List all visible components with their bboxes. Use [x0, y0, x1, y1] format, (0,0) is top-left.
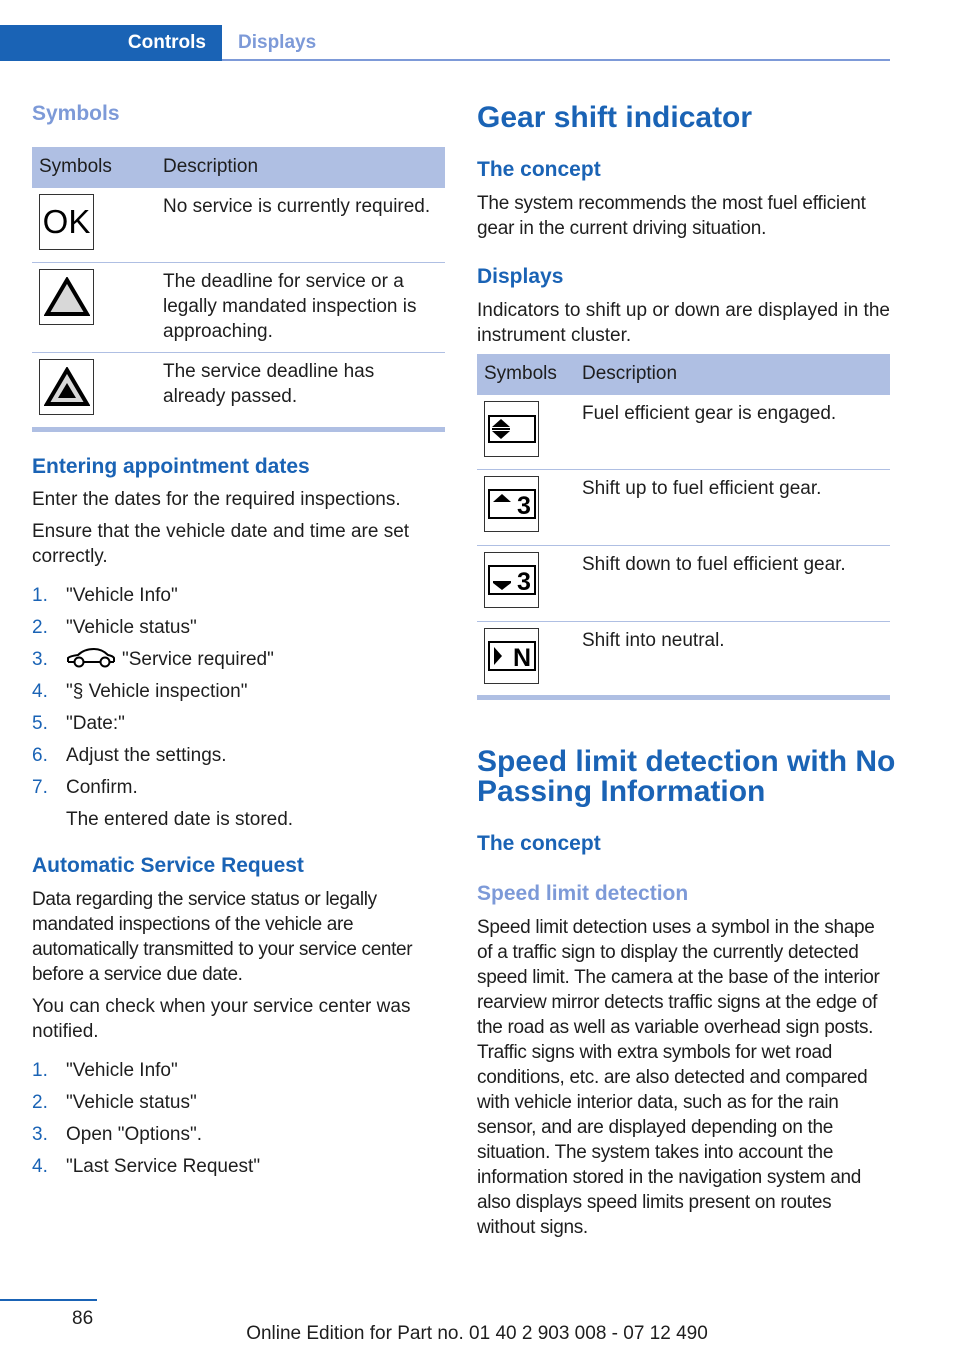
- table-row: Fuel efficient gear is engaged.: [477, 393, 890, 469]
- gear-concept-heading: The concept: [477, 158, 601, 181]
- symbols-heading: Symbols: [32, 102, 120, 125]
- row-description: Shift down to fuel efficient gear.: [575, 544, 890, 621]
- gear-symbols-table: Symbols Description Fuel efficient gear …: [477, 354, 890, 697]
- section-tab-controls[interactable]: Controls: [0, 25, 222, 61]
- svg-text:3: 3: [517, 492, 531, 519]
- shift-down-icon: 3: [484, 551, 539, 608]
- appointment-steps: 1. "Vehicle Info" 2. "Vehicle status" 3. "…: [32, 583, 293, 839]
- gear-displays-heading: Displays: [477, 265, 564, 288]
- row-description: The service deadline has already passed.: [156, 351, 445, 429]
- section-tab-displays[interactable]: Displays: [238, 25, 316, 61]
- footer-rule: [0, 1299, 97, 1301]
- row-description: No service is currently required.: [156, 186, 445, 262]
- speed-limit-text: Speed limit detection uses a symbol in t…: [477, 917, 880, 1238]
- column-header: Symbols: [477, 354, 575, 394]
- service-symbols-table: Symbols Description OK No service is cur…: [32, 147, 445, 429]
- svg-text:3: 3: [517, 568, 531, 595]
- shift-up-icon: 3: [484, 475, 539, 532]
- table-header-row: Symbols Description: [477, 354, 890, 394]
- car-icon: [66, 647, 116, 676]
- auto-service-heading: Automatic Service Request: [32, 854, 304, 877]
- appointment-para: Ensure that the vehicle date and time ar…: [32, 521, 410, 567]
- list-item: 6. Adjust the settings.: [32, 745, 227, 766]
- step-result: The entered date is stored.: [66, 809, 294, 830]
- list-item: 5. "Date:": [32, 713, 125, 734]
- table-row: OK No service is currently required.: [32, 186, 445, 262]
- table-row: The service deadline has already passed.: [32, 351, 445, 429]
- row-description: Shift up to fuel efficient gear.: [575, 468, 890, 545]
- row-description: Shift into neutral.: [575, 620, 890, 697]
- gear-displays-text: Indicators to shift up or down are displ…: [477, 300, 890, 346]
- gear-concept-text: The system recommends the most fuel effi…: [477, 193, 866, 239]
- auto-service-steps: 1. "Vehicle Info" 2. "Vehicle status" 3. Op…: [32, 1058, 260, 1186]
- ok-icon: OK: [39, 193, 94, 250]
- table-end-rule: [32, 427, 445, 432]
- appointment-heading: Entering appointment dates: [32, 455, 310, 478]
- list-item: 4. "§ Vehicle inspection": [32, 681, 248, 702]
- shift-neutral-icon: N: [484, 627, 539, 684]
- list-item: 2. "Vehicle status": [32, 1092, 197, 1113]
- table-row: The deadline for service or a legally ma…: [32, 261, 445, 352]
- gear-engaged-icon: [484, 400, 539, 457]
- table-end-rule: [477, 695, 890, 700]
- table-row: N Shift into neutral.: [477, 620, 890, 697]
- table-header-row: Symbols Description: [32, 147, 445, 187]
- list-item: 2. "Vehicle status": [32, 617, 197, 638]
- list-item: 3. "Service required": [32, 647, 293, 679]
- list-item: 4. "Last Service Request": [32, 1156, 261, 1177]
- warning-triangle-filled-icon: [39, 358, 94, 415]
- appointment-para: Enter the dates for the required inspect…: [32, 489, 401, 510]
- table-row: 3 Shift down to fuel efficient gear.: [477, 544, 890, 621]
- warning-triangle-icon: [39, 268, 94, 325]
- list-item: 7. Confirm.: [32, 777, 138, 798]
- speed-concept-heading: The concept: [477, 832, 601, 855]
- list-item: 3. Open "Options".: [32, 1124, 203, 1145]
- gear-shift-title: Gear shift indicator: [477, 101, 753, 134]
- column-header: Description: [156, 147, 445, 187]
- speed-limit-subheading: Speed limit detection: [477, 882, 689, 905]
- row-description: The deadline for service or a legally ma…: [156, 261, 445, 352]
- auto-service-para: You can check when your service center w…: [32, 996, 411, 1042]
- page-header: Controls Displays: [0, 25, 890, 62]
- header-rule: [222, 59, 890, 61]
- column-header: Description: [575, 354, 890, 394]
- edition-note: Online Edition for Part no. 01 40 2 903 …: [246, 1323, 708, 1344]
- auto-service-para: Data regarding the service status or leg…: [32, 889, 413, 985]
- speed-limit-title: Speed limit detection with No Passing In…: [477, 745, 896, 808]
- list-item: 1. "Vehicle Info": [32, 1060, 178, 1081]
- table-row: 3 Shift up to fuel efficient gear.: [477, 468, 890, 545]
- svg-text:N: N: [513, 644, 531, 671]
- column-header: Symbols: [32, 147, 156, 187]
- row-description: Fuel efficient gear is engaged.: [575, 393, 890, 469]
- list-item: 1. "Vehicle Info": [32, 585, 178, 606]
